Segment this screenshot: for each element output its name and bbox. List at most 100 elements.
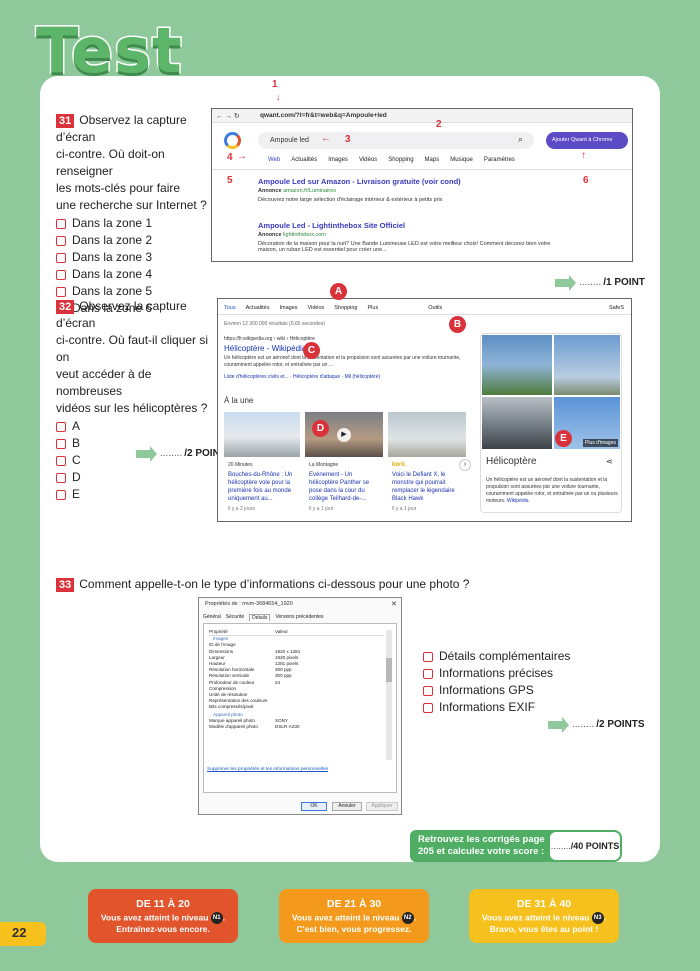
- tab-web[interactable]: Web: [268, 157, 280, 167]
- more-images-button[interactable]: Plus d'images: [583, 439, 618, 447]
- share-icon[interactable]: ⋖: [606, 457, 613, 466]
- ok-button[interactable]: OK: [301, 802, 327, 811]
- option-zone-1[interactable]: Dans la zone 1: [56, 215, 214, 232]
- rows-images: ID de l'image Dimensions 1920 x 1281 Largeu…: [209, 642, 384, 710]
- news-image[interactable]: [224, 412, 300, 457]
- total-score: ......../40 POINTS: [548, 830, 622, 862]
- tab-general[interactable]: Général: [203, 614, 221, 621]
- q33-points: ......../2 POINTS: [548, 716, 645, 733]
- option-e[interactable]: E: [56, 486, 214, 503]
- zone-d-label: D: [312, 420, 329, 437]
- cancel-button[interactable]: Annuler: [332, 802, 362, 811]
- tab-plus[interactable]: Plus: [368, 305, 379, 311]
- play-icon[interactable]: ▶: [337, 428, 351, 442]
- zone-3-label: 3: [345, 134, 351, 145]
- news-image[interactable]: [388, 412, 466, 457]
- tab-outils[interactable]: Outils: [428, 305, 442, 311]
- option-zone-4[interactable]: Dans la zone 4: [56, 266, 214, 283]
- property-value: DSLR-A230: [275, 724, 300, 730]
- tab-details[interactable]: Détails: [249, 614, 271, 621]
- rows-camera: Marque appareil photo SONY Modèle d'appare…: [209, 718, 384, 730]
- result-title[interactable]: Ampoule Led sur Amazon - Livraison gratu…: [258, 177, 461, 186]
- checkbox[interactable]: [56, 235, 66, 246]
- tab-securite[interactable]: Sécurité: [226, 614, 244, 621]
- checkbox[interactable]: [56, 269, 66, 280]
- zone-2-label: 2: [436, 119, 442, 130]
- checkbox[interactable]: [56, 286, 66, 297]
- close-icon[interactable]: ✕: [391, 600, 397, 608]
- option-d[interactable]: D: [56, 469, 214, 486]
- tab-actualites[interactable]: Actualités: [246, 305, 270, 311]
- option-gps[interactable]: Informations GPS: [423, 682, 613, 699]
- tab-videos[interactable]: Vidéos: [308, 305, 325, 311]
- remove-properties-link[interactable]: Supprimer les propriétés et les informat…: [207, 767, 328, 772]
- property-name: Modèle d'appareil photo: [209, 724, 258, 730]
- qwant-tabs: Web Actualités Images Vidéos Shopping Ma…: [268, 157, 608, 167]
- q31-points: ......../1 POINT: [555, 274, 645, 291]
- kp-image[interactable]: [554, 335, 620, 395]
- checkbox[interactable]: [56, 438, 66, 449]
- window-title: Propriétés de : mvm-3684654_1920: [205, 601, 293, 607]
- checkbox[interactable]: [423, 668, 433, 679]
- zone-e-label: E: [555, 430, 572, 447]
- chevron-right-icon[interactable]: ›: [459, 459, 471, 471]
- zone-a-label: A: [330, 283, 347, 300]
- tab-tous[interactable]: Tous: [224, 305, 236, 311]
- tab-versions[interactable]: Versions précédentes: [275, 614, 323, 621]
- option-details[interactable]: Détails complémentaires: [423, 648, 613, 665]
- checkbox[interactable]: [56, 472, 66, 483]
- checkbox[interactable]: [423, 702, 433, 713]
- search-icon[interactable]: ⌕: [518, 134, 523, 145]
- scrollbar[interactable]: [386, 630, 392, 760]
- tab-videos[interactable]: Vidéos: [359, 157, 377, 167]
- url-text: qwant.com/?l=fr&t=web&q=Ampoule+led: [260, 112, 387, 119]
- option-zone-3[interactable]: Dans la zone 3: [56, 249, 214, 266]
- option-precises[interactable]: Informations précises: [423, 665, 613, 682]
- checkbox[interactable]: [56, 455, 66, 466]
- tab-images[interactable]: Images: [328, 157, 348, 167]
- tab-images[interactable]: Images: [279, 305, 297, 311]
- news-time: Il y a 1 jour: [392, 506, 417, 512]
- tab-maps[interactable]: Maps: [425, 157, 440, 167]
- arrow-icon: [555, 274, 576, 291]
- news-title[interactable]: Bouches-du-Rhône : Un hélicoptère vole p…: [228, 471, 300, 503]
- question-line: vidéos sur les hélicoptères ?: [56, 401, 208, 415]
- checkbox[interactable]: [56, 489, 66, 500]
- properties-window: Propriétés de : mvm-3684654_1920 ✕ Génér…: [198, 597, 402, 815]
- question-line: les mots-clés pour faire: [56, 181, 181, 195]
- qwant-screenshot: ← → ↻ qwant.com/?l=fr&t=web&q=Ampoule+le…: [211, 108, 633, 262]
- checkbox[interactable]: [56, 252, 66, 263]
- wiki-links[interactable]: Liste d'hélicoptères civils et... · Héli…: [224, 374, 380, 380]
- arrow-icon: [136, 445, 157, 462]
- checkbox[interactable]: [423, 651, 433, 662]
- news-title[interactable]: Voici le Defiant X, le monstre qui pourr…: [392, 471, 466, 503]
- wiki-desc: Un hélicoptère est un aéronef dont la su…: [224, 355, 461, 368]
- question-line: Observez la capture d’écran: [56, 113, 187, 144]
- tab-safesearch[interactable]: SafeS: [609, 305, 624, 311]
- kp-image[interactable]: [482, 397, 552, 449]
- result-title[interactable]: Ampoule Led - Lightinthebox Site Officie…: [258, 221, 405, 230]
- option-a[interactable]: A: [56, 418, 214, 435]
- option-zone-2[interactable]: Dans la zone 2: [56, 232, 214, 249]
- checkbox[interactable]: [56, 421, 66, 432]
- kp-image[interactable]: [482, 335, 552, 395]
- question-text: Comment appelle-t-on le type d’informati…: [79, 577, 470, 591]
- arrow-up-icon: ↑: [581, 150, 586, 161]
- question-line: veut accéder à de nombreuses: [56, 367, 152, 398]
- news-source: La Montagne: [309, 462, 339, 468]
- tab-shopping[interactable]: Shopping: [334, 305, 357, 311]
- option-exif[interactable]: Informations EXIF: [423, 699, 613, 716]
- zone-1-label: 1: [272, 79, 278, 90]
- tab-parametres[interactable]: Paramètres: [484, 157, 515, 167]
- scrollbar-thumb[interactable]: [386, 658, 392, 682]
- apply-button[interactable]: Appliquer: [366, 802, 398, 811]
- tab-actualites[interactable]: Actualités: [291, 157, 317, 167]
- level-band-2: DE 21 À 30 Vous avez atteint le niveau N…: [279, 889, 429, 943]
- wiki-title[interactable]: Hélicoptère - Wikipédia: [224, 344, 306, 353]
- checkbox[interactable]: [423, 685, 433, 696]
- property-row: Modèle d'appareil photo DSLR-A230: [209, 724, 384, 730]
- tab-musique[interactable]: Musique: [450, 157, 473, 167]
- news-title[interactable]: Evénement - Un hélicoptère Panther se po…: [309, 471, 383, 503]
- tab-shopping[interactable]: Shopping: [388, 157, 413, 167]
- checkbox[interactable]: [56, 218, 66, 229]
